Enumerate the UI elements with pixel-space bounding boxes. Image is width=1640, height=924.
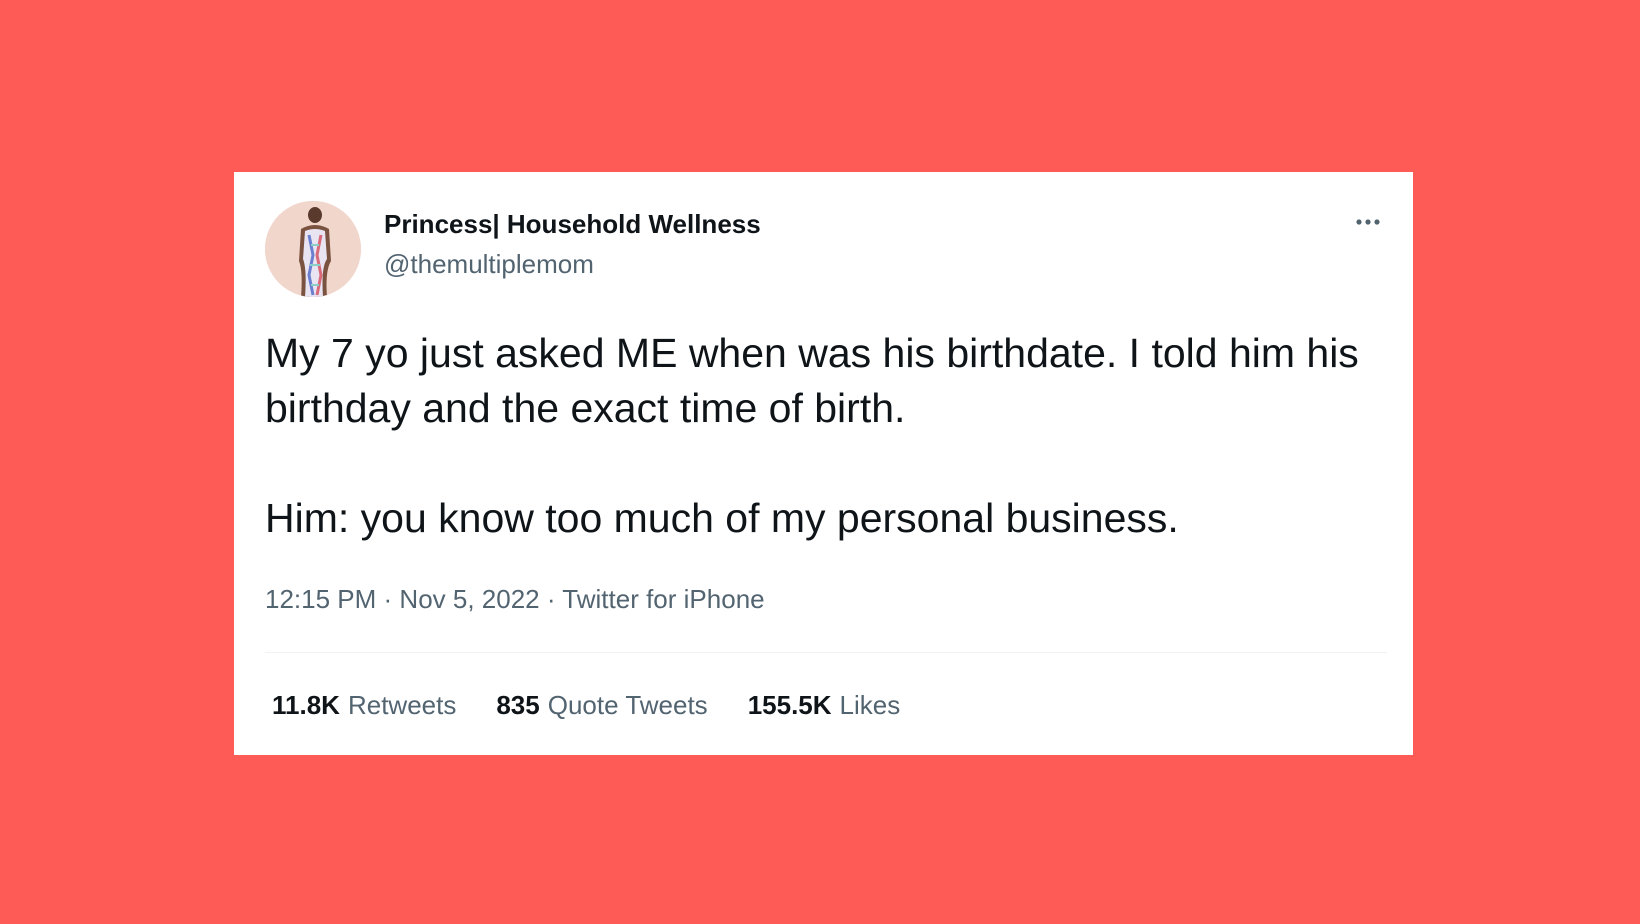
tweet-time[interactable]: 12:15 PM [265,584,376,614]
tweet-text: My 7 yo just asked ME when was his birth… [265,326,1385,546]
author-handle[interactable]: @themultiplemom [384,249,594,280]
quote-tweets-label: Quote Tweets [547,690,708,720]
author-name[interactable]: Princess| Household Wellness [384,209,761,240]
tweet-date[interactable]: Nov 5, 2022 [399,584,539,614]
retweets-count: 11.8K [272,690,340,720]
likes-label: Likes [839,690,901,720]
meta-separator: · [383,584,400,614]
tweet-source[interactable]: Twitter for iPhone [562,584,764,614]
retweets-label: Retweets [347,690,457,720]
quote-tweets-stat[interactable]: 835 Quote Tweets [496,690,707,721]
retweets-stat[interactable]: 11.8K Retweets [272,690,456,721]
divider [265,652,1387,653]
more-horizontal-icon[interactable] [1348,210,1388,234]
tweet-card: Princess| Household Wellness @themultipl… [234,172,1413,755]
likes-stat[interactable]: 155.5K Likes [748,690,901,721]
tweet-stats: 11.8K Retweets 835 Quote Tweets 155.5K Like… [272,690,900,721]
tweet-meta: 12:15 PM · Nov 5, 2022 · Twitter for iPh… [265,584,765,615]
tweet-paragraph: Him: you know too much of my personal bu… [265,495,1179,541]
tweet-paragraph: My 7 yo just asked ME when was his birth… [265,330,1359,431]
avatar[interactable] [265,201,361,297]
quote-tweets-count: 835 [496,690,540,720]
meta-separator: · [546,584,563,614]
likes-count: 155.5K [747,690,832,720]
